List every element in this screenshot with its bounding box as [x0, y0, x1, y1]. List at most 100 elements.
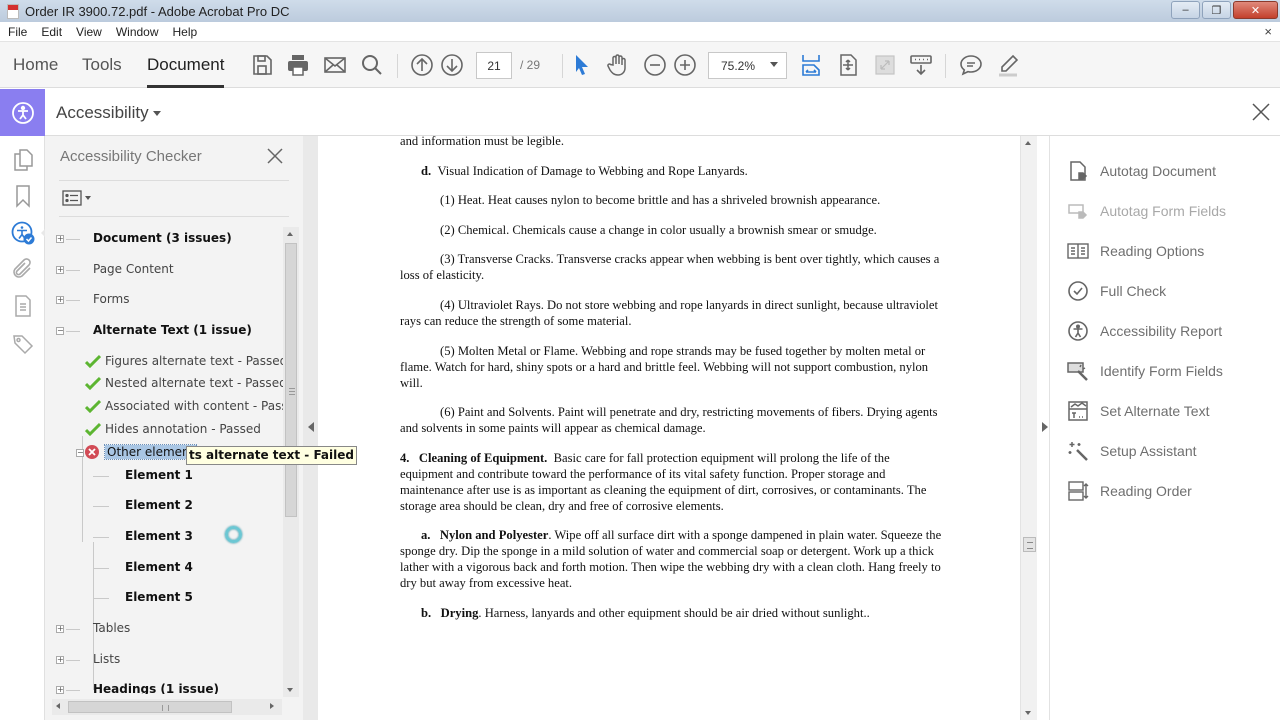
expand-icon[interactable]: +	[56, 266, 64, 274]
comment-icon[interactable]	[958, 52, 984, 78]
content-icon[interactable]	[10, 293, 36, 319]
options-menu-button[interactable]	[62, 188, 94, 208]
toolbar-divider	[945, 54, 946, 78]
pdf-page: and information must be legible. d. Visu…	[318, 134, 1022, 720]
print-icon[interactable]	[285, 52, 311, 78]
tree-item-label: Headings (1 issue)	[93, 682, 220, 694]
fit-page-icon[interactable]	[835, 52, 861, 78]
scrollbar-thumb[interactable]	[285, 243, 297, 517]
passed-check-icon	[85, 422, 101, 436]
tool-dropdown[interactable]: Accessibility	[56, 103, 161, 123]
close-window-button[interactable]: ✕	[1233, 1, 1278, 19]
collapse-left-panel-icon[interactable]	[308, 422, 314, 432]
tab-document[interactable]: Document	[147, 42, 225, 88]
tree-connector	[66, 331, 80, 332]
menu-file[interactable]: File	[2, 25, 33, 39]
scroll-up-icon[interactable]	[287, 232, 293, 236]
scroll-left-icon[interactable]	[56, 703, 60, 709]
full-check-button[interactable]: Full Check	[1066, 278, 1166, 304]
close-panel-icon[interactable]	[265, 146, 285, 166]
navigation-rail	[0, 136, 48, 720]
failed-x-icon	[85, 445, 99, 459]
reading-options-icon	[1066, 239, 1090, 263]
title-bar: Order IR 3900.72.pdf - Adobe Acrobat Pro…	[0, 0, 1280, 22]
accessibility-checker-icon[interactable]	[10, 220, 48, 246]
page-number-input[interactable]: 21	[476, 52, 512, 79]
accessibility-report-button[interactable]: Accessibility Report	[1066, 318, 1222, 344]
tool-label: Autotag Document	[1100, 163, 1216, 179]
scroll-right-icon[interactable]	[270, 703, 274, 709]
main-toolbar: Home Tools Document	[0, 42, 1280, 88]
highlight-pen-icon[interactable]	[995, 52, 1021, 78]
document-scrollbar[interactable]	[1020, 136, 1037, 720]
tags-icon[interactable]	[10, 331, 36, 357]
tab-home[interactable]: Home	[13, 42, 58, 88]
tool-label: Setup Assistant	[1100, 443, 1197, 459]
tree-connector	[93, 568, 109, 569]
tool-label: Autotag Form Fields	[1100, 203, 1227, 219]
reading-order-button[interactable]: Reading Order	[1066, 478, 1192, 504]
caret-down-icon	[152, 111, 161, 117]
scroll-down-icon[interactable]	[1025, 711, 1031, 715]
collapse-icon[interactable]: −	[56, 327, 64, 335]
accessibility-tool-tile[interactable]	[0, 89, 45, 136]
tool-label: Accessibility Report	[1100, 323, 1223, 339]
bookmarks-icon[interactable]	[10, 183, 36, 209]
tree-horizontal-scrollbar[interactable]	[52, 699, 282, 715]
scrollbar-thumb[interactable]	[68, 701, 232, 713]
tab-tools[interactable]: Tools	[82, 42, 122, 88]
set-alternate-text-button[interactable]: Set Alternate Text	[1066, 398, 1209, 424]
doc-paragraph: (3) Transverse Cracks. Transverse cracks…	[400, 252, 940, 282]
expand-icon[interactable]: +	[56, 686, 64, 694]
previous-page-icon[interactable]	[409, 52, 435, 78]
attachments-icon[interactable]	[10, 256, 36, 282]
identify-form-fields-button[interactable]: Identify Form Fields	[1066, 358, 1223, 384]
doc-paragraph: (4) Ultraviolet Rays. Do not store webbi…	[400, 298, 939, 328]
expand-icon[interactable]: +	[56, 235, 64, 243]
doc-paragraph: 4. Cleaning of Equipment. Basic care for…	[400, 451, 927, 513]
scrollbar-thumb[interactable]	[1023, 537, 1036, 552]
page-total: / 29	[520, 58, 541, 72]
reading-options-button[interactable]: Reading Options	[1066, 238, 1204, 264]
setup-assistant-button[interactable]: Setup Assistant	[1066, 438, 1197, 464]
menu-edit[interactable]: Edit	[35, 25, 68, 39]
close-document-button[interactable]: ×	[1264, 24, 1272, 39]
collapse-icon[interactable]: −	[76, 449, 84, 457]
scroll-down-icon[interactable]	[287, 688, 293, 692]
minimize-button[interactable]: –	[1171, 1, 1200, 19]
zoom-in-icon[interactable]	[672, 52, 698, 78]
search-icon[interactable]	[359, 52, 385, 78]
expand-icon[interactable]: +	[56, 296, 64, 304]
menu-view[interactable]: View	[70, 25, 108, 39]
caret-down-icon	[85, 196, 91, 200]
scroll-up-icon[interactable]	[1025, 141, 1031, 145]
tree-item-label: Page Content	[93, 262, 174, 276]
doc-paragraph: (2) Chemical. Chemicals cause a change i…	[440, 223, 877, 237]
next-page-icon[interactable]	[439, 52, 465, 78]
email-icon[interactable]	[322, 52, 348, 78]
options-list-icon	[62, 190, 82, 206]
tree-item-label: Element 1	[125, 468, 193, 482]
accessibility-tools-panel: Autotag Document Autotag Form Fields Rea…	[1049, 136, 1280, 720]
identify-form-fields-icon	[1066, 359, 1090, 383]
menu-help[interactable]: Help	[167, 25, 204, 39]
zoom-out-icon[interactable]	[642, 52, 668, 78]
page-thumbnails-icon[interactable]	[10, 147, 36, 173]
hand-tool-icon[interactable]	[605, 52, 631, 78]
fit-width-icon[interactable]	[798, 52, 824, 78]
autotag-form-fields-button[interactable]: Autotag Form Fields	[1066, 198, 1226, 224]
zoom-level-select[interactable]: 75.2%	[708, 52, 787, 79]
menu-window[interactable]: Window	[110, 25, 165, 39]
scrolling-mode-icon[interactable]	[908, 52, 934, 78]
expand-icon[interactable]: +	[56, 625, 64, 633]
doc-paragraph: and information must be legible.	[400, 134, 565, 148]
save-icon[interactable]	[249, 52, 275, 78]
tree-connector	[93, 542, 94, 690]
expand-icon[interactable]: +	[56, 656, 64, 664]
autotag-document-button[interactable]: Autotag Document	[1066, 158, 1216, 184]
select-tool-icon[interactable]	[569, 52, 595, 78]
restore-button[interactable]: ❐	[1202, 1, 1231, 19]
close-tool-icon[interactable]	[1250, 101, 1272, 123]
tool-title: Accessibility	[56, 103, 149, 122]
collapse-right-panel-icon[interactable]	[1042, 422, 1048, 432]
